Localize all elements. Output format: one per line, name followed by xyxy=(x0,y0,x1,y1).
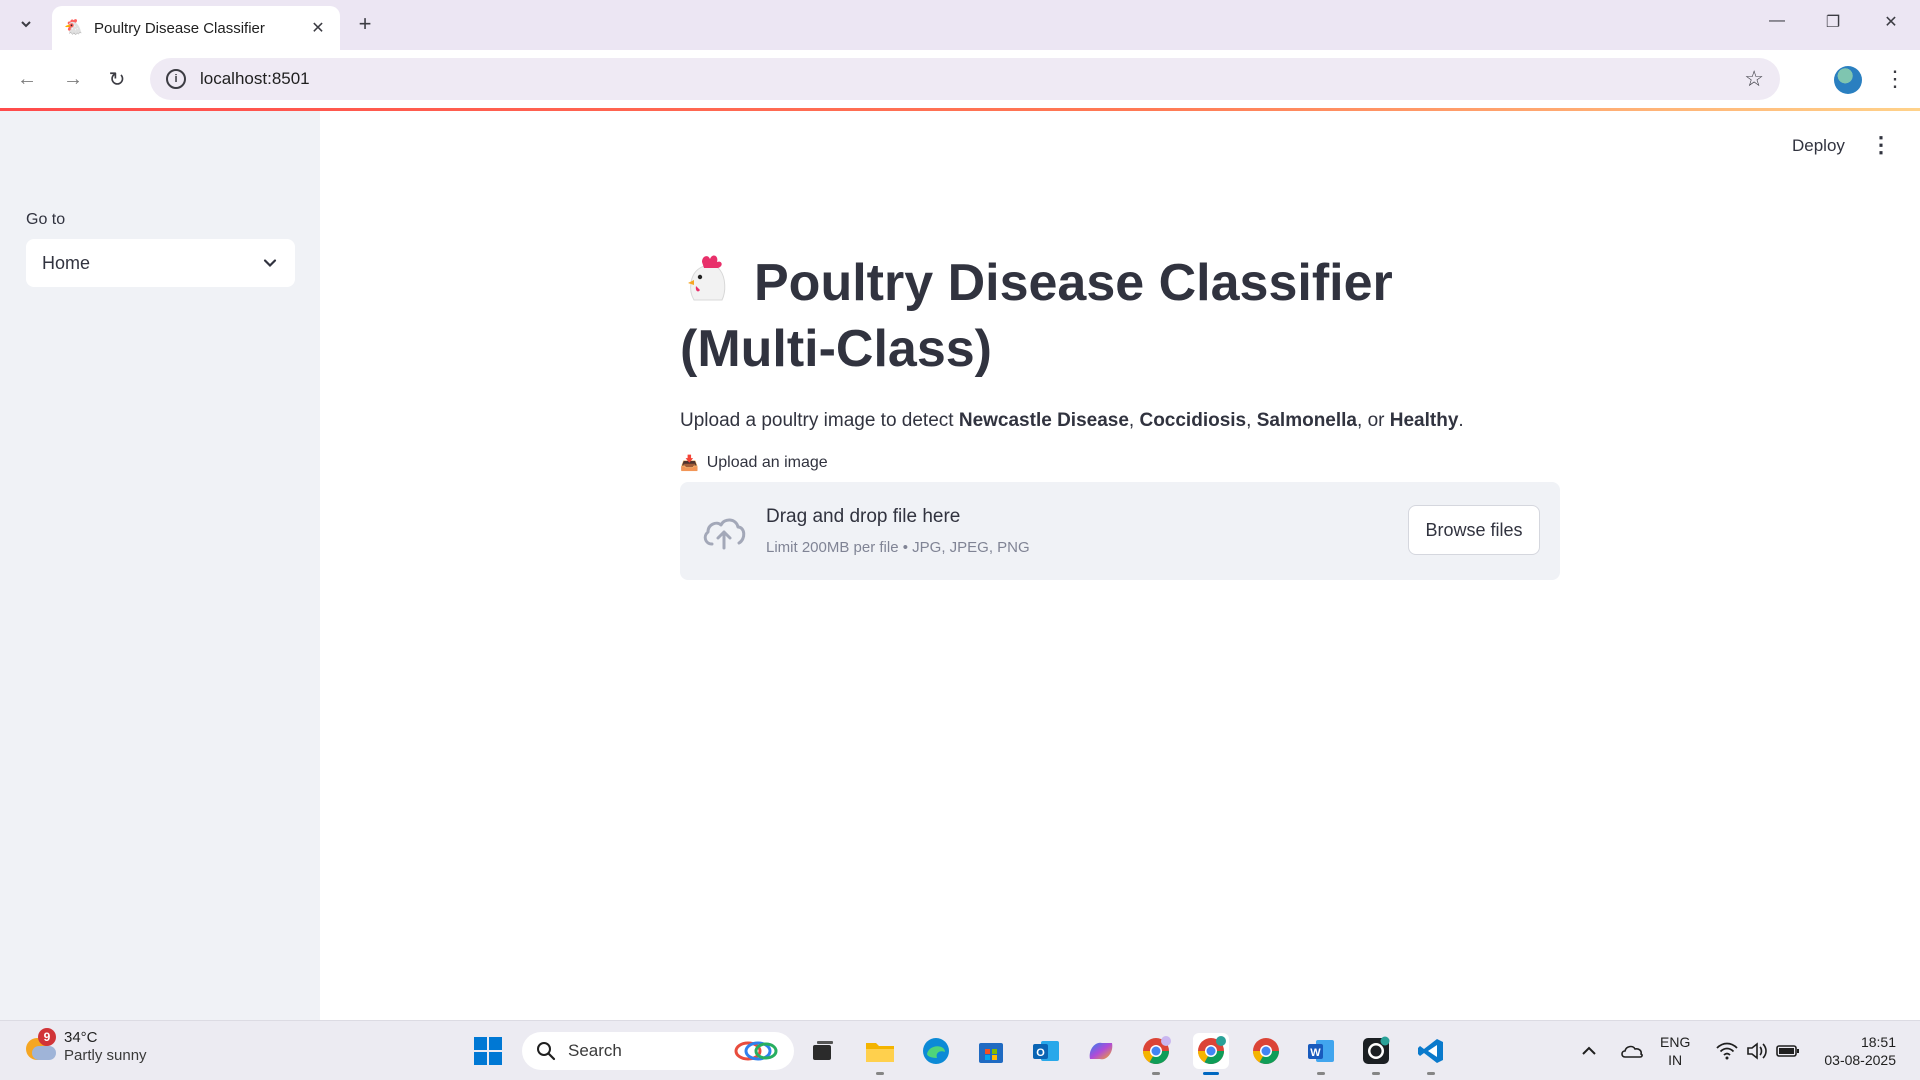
bookmark-star-icon[interactable]: ☆ xyxy=(1744,66,1764,92)
chicken-favicon-icon: 🐔 xyxy=(64,19,83,36)
page-select-value: Home xyxy=(42,252,91,273)
browse-files-button[interactable]: Browse files xyxy=(1408,505,1540,555)
site-info-icon[interactable]: i xyxy=(166,69,186,89)
tab-close-icon[interactable]: ✕ xyxy=(308,18,328,38)
input-language[interactable]: ENG IN xyxy=(1660,1033,1690,1069)
browser-tab[interactable]: 🐔 Poultry Disease Classifier ✕ xyxy=(52,6,340,50)
show-hidden-icons[interactable] xyxy=(1580,1021,1598,1080)
taskbar-clock[interactable]: 18:51 03-08-2025 xyxy=(1812,1033,1896,1069)
weather-desc: Partly sunny xyxy=(64,1047,147,1064)
page-title: Poultry Disease Classifier (Multi-Class) xyxy=(680,250,1560,382)
deploy-button[interactable]: Deploy xyxy=(1784,132,1853,160)
svg-text:O: O xyxy=(1036,1047,1045,1059)
page-subtitle: Upload a poultry image to detect Newcast… xyxy=(680,410,1464,431)
clock-time: 18:51 xyxy=(1860,1034,1896,1050)
word-icon[interactable]: W xyxy=(1303,1033,1339,1075)
disease-newcastle: Newcastle Disease xyxy=(958,410,1129,431)
chrome-profile-icon[interactable] xyxy=(1138,1033,1174,1075)
app-menu-icon[interactable]: ⋮ xyxy=(1870,130,1892,160)
inbox-tray-icon: 📥 xyxy=(680,455,699,472)
github-icon[interactable] xyxy=(1358,1033,1394,1075)
new-tab-plus-icon[interactable]: + xyxy=(352,12,378,38)
file-explorer-icon[interactable] xyxy=(862,1033,898,1075)
chevron-up-icon xyxy=(1582,1046,1596,1055)
disease-coccidiosis: Coccidiosis xyxy=(1139,410,1247,431)
edge-icon[interactable] xyxy=(918,1033,954,1069)
weather-badge: 9 xyxy=(38,1028,56,1046)
page-select[interactable]: Home xyxy=(26,239,295,287)
chevron-down-icon xyxy=(263,259,277,268)
profile-avatar[interactable] xyxy=(1834,66,1862,94)
file-dropzone[interactable]: Drag and drop file here Limit 200MB per … xyxy=(680,482,1560,580)
page-title-text: Poultry Disease Classifier (Multi-Class) xyxy=(680,254,1393,378)
upload-label: 📥 Upload an image xyxy=(680,454,1560,472)
chrome-active-icon[interactable] xyxy=(1193,1033,1229,1075)
copilot-icon[interactable] xyxy=(1083,1033,1119,1069)
upload-label-text: Upload an image xyxy=(706,454,828,471)
weather-widget[interactable]: 9 34°C Partly sunny xyxy=(24,1028,147,1065)
cloud-upload-icon xyxy=(703,518,746,550)
weather-temp: 34°C xyxy=(64,1029,98,1046)
taskbar: 9 34°C Partly sunny Search O W ENG IN 18… xyxy=(0,1020,1920,1080)
address-bar[interactable]: i localhost:8501 ☆ xyxy=(150,58,1780,100)
start-windows-icon[interactable] xyxy=(470,1033,506,1069)
taskbar-search[interactable]: Search xyxy=(522,1032,794,1070)
battery-icon[interactable] xyxy=(1776,1021,1800,1080)
minimize-icon[interactable]: — xyxy=(1762,12,1792,38)
store-icon[interactable] xyxy=(973,1033,1009,1069)
disease-salmonella: Salmonella xyxy=(1256,410,1358,431)
volume-icon[interactable] xyxy=(1746,1021,1768,1080)
chrome-icon[interactable] xyxy=(1248,1033,1284,1069)
svg-text:W: W xyxy=(1310,1047,1321,1059)
vscode-icon[interactable] xyxy=(1413,1033,1449,1075)
task-view-icon[interactable] xyxy=(805,1033,841,1069)
dropzone-limits: Limit 200MB per file • JPG, JPEG, PNG xyxy=(766,539,1030,556)
window-close-icon[interactable]: ✕ xyxy=(1876,12,1906,38)
reload-icon[interactable]: ↻ xyxy=(102,64,132,94)
dropzone-instructions: Drag and drop file here xyxy=(766,506,961,527)
browser-tabbar: 🐔 Poultry Disease Classifier ✕ + — ❐ ✕ xyxy=(0,0,1920,50)
url-text[interactable]: localhost:8501 xyxy=(200,69,1744,89)
search-highlight-icon xyxy=(734,1041,778,1061)
back-arrow-icon[interactable]: ← xyxy=(12,64,42,94)
browser-toolbar: ← → ↻ i localhost:8501 ☆ ⋮ xyxy=(0,50,1920,108)
sidebar: Go to Home xyxy=(0,111,320,1020)
outlook-icon[interactable]: O xyxy=(1028,1033,1064,1069)
wifi-icon[interactable] xyxy=(1716,1021,1738,1080)
disease-healthy: Healthy xyxy=(1389,410,1459,431)
forward-arrow-icon[interactable]: → xyxy=(58,64,88,94)
clock-date: 03-08-2025 xyxy=(1824,1052,1896,1068)
search-placeholder: Search xyxy=(568,1041,622,1060)
partly-sunny-icon: 9 xyxy=(24,1028,56,1062)
tab-search-chevron-icon[interactable] xyxy=(12,10,40,38)
search-icon xyxy=(537,1042,556,1061)
restore-icon[interactable]: ❐ xyxy=(1818,12,1848,38)
chicken-icon xyxy=(688,255,726,301)
tab-title: Poultry Disease Classifier xyxy=(94,19,265,37)
onedrive-icon[interactable] xyxy=(1620,1021,1644,1080)
nav-label: Go to xyxy=(26,211,66,228)
browser-menu-icon[interactable]: ⋮ xyxy=(1884,64,1906,94)
main-content: Poultry Disease Classifier (Multi-Class)… xyxy=(680,250,1560,580)
